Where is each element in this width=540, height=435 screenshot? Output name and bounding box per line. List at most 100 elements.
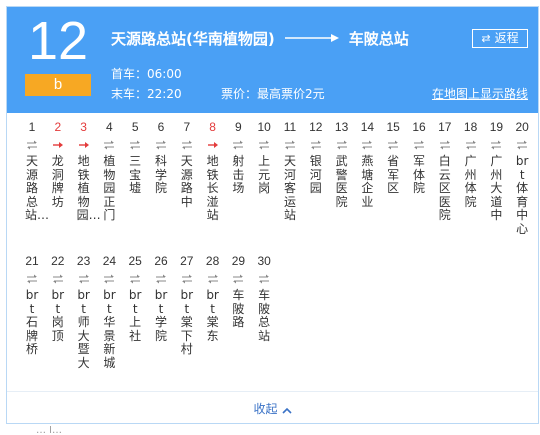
transfer-arrow-icon (45, 138, 71, 152)
stop-item[interactable]: 27 brt棠下村 (174, 253, 200, 357)
bidirectional-arrow-icon (483, 138, 509, 152)
stop-number: 5 (131, 120, 139, 134)
stop-item[interactable]: 16 军体院 (406, 119, 432, 196)
stop-item[interactable]: 12 银河园 (303, 119, 329, 196)
route-header: 12 b 天源路总站(华南植物园) 车陂总站 ⇄ 返程 首车：06:00 末车：… (7, 7, 538, 113)
stop-number: 9 (235, 120, 242, 134)
stop-item[interactable]: 17 白云区医院 (432, 119, 458, 223)
collapse-button[interactable]: 收起 (7, 391, 538, 424)
stop-number: 12 (309, 120, 323, 134)
stop-name: brt上社 (128, 288, 142, 343)
bidirectional-arrow-icon (380, 138, 406, 152)
stop-number: 13 (334, 120, 349, 134)
stop-item[interactable]: 26 brt学院 (148, 253, 174, 343)
fare-info: 票价：最高票价2元 (221, 87, 325, 101)
stop-name: 科学院 (154, 154, 167, 195)
stop-item[interactable]: 18 广州体院 (458, 119, 484, 209)
bidirectional-arrow-icon (277, 138, 303, 152)
stop-name: 植物园正门 (103, 154, 116, 222)
return-label: 返程 (494, 31, 519, 45)
stop-item[interactable]: 8 地铁长湴站 (200, 119, 226, 223)
stop-name: brt棠东 (206, 288, 219, 343)
stop-name: 天源路中 (180, 154, 193, 209)
stop-name: 地铁植物园… (76, 154, 101, 222)
stop-item[interactable]: 30 车陂总站 (251, 253, 277, 343)
stop-number: 25 (128, 254, 142, 268)
truncated-text: … l… (36, 426, 62, 435)
stop-name: 省军区 (387, 154, 400, 195)
stop-item[interactable]: 10 上元岗 (251, 119, 277, 196)
stop-item[interactable]: 5 三宝墟 (122, 119, 148, 196)
first-bus-time: 首车：06:00 (111, 67, 182, 81)
stop-item[interactable]: 13 武警医院 (329, 119, 355, 209)
stop-name: 广州体院 (464, 154, 477, 209)
stop-number: 1 (28, 120, 36, 134)
bidirectional-arrow-icon (251, 272, 277, 286)
stop-item[interactable]: 11 天河客运站 (277, 119, 303, 223)
stop-item[interactable]: 1 天源路总站… (19, 119, 49, 223)
stop-item[interactable]: 29 车陂路 (225, 253, 251, 330)
transfer-arrow-icon (71, 138, 97, 152)
stop-name: 武警医院 (335, 154, 348, 209)
bidirectional-arrow-icon (148, 138, 174, 152)
stop-number: 3 (80, 120, 87, 134)
bidirectional-arrow-icon (71, 272, 97, 286)
show-map-link[interactable]: 在地图上显示路线 (432, 84, 528, 104)
stop-item[interactable]: 7 天源路中 (174, 119, 200, 209)
stop-name: 上元岗 (258, 154, 271, 195)
stop-row-1: 1 天源路总站… 2 龙洞牌坊 3 地铁植物园… 4 植物园正门 5 三宝墟 6 科学院 7 天源路中 8 地… (7, 119, 538, 247)
stop-item[interactable]: 2 龙洞牌坊 (45, 119, 71, 209)
stop-name: 白云区医院 (438, 154, 451, 222)
swap-icon: ⇄ (481, 32, 491, 45)
bidirectional-arrow-icon (225, 138, 251, 152)
stop-item[interactable]: 19 广州大道中 (483, 119, 509, 223)
stop-number: 7 (183, 120, 191, 134)
destination-name: 车陂总站 (348, 29, 409, 48)
chevron-up-icon (281, 399, 292, 418)
return-button[interactable]: ⇄ 返程 (472, 29, 528, 48)
stop-item[interactable]: 9 射击场 (225, 119, 251, 196)
stop-number: 30 (257, 254, 271, 268)
route-number: 12 (27, 11, 89, 71)
stop-name: 三宝墟 (129, 154, 142, 195)
bidirectional-arrow-icon (19, 138, 45, 152)
bidirectional-arrow-icon (122, 272, 148, 286)
stop-item[interactable]: 25 brt上社 (122, 253, 148, 343)
transfer-arrow-icon (200, 138, 226, 152)
stop-item[interactable]: 15 省军区 (380, 119, 406, 196)
stop-name: 燕塘企业 (361, 154, 374, 209)
stop-number: 4 (106, 120, 113, 134)
stop-name: 地铁长湴站 (206, 154, 219, 222)
stop-item[interactable]: 22 brt岗顶 (45, 253, 71, 343)
stop-item[interactable]: 14 燕塘企业 (354, 119, 380, 209)
stop-item[interactable]: 23 brt师大暨大 (71, 253, 97, 370)
long-arrow-icon (284, 33, 339, 43)
bidirectional-arrow-icon (122, 138, 148, 152)
stop-number: 26 (154, 254, 168, 268)
stop-number: 27 (180, 254, 194, 268)
stop-item[interactable]: 6 科学院 (148, 119, 174, 196)
stop-number: 16 (412, 120, 426, 134)
stop-name: brt学院 (154, 288, 168, 343)
stop-item[interactable]: 21 brt石牌桥 (19, 253, 45, 357)
stop-item[interactable]: 24 brt华景新城 (96, 253, 122, 370)
bidirectional-arrow-icon (200, 272, 226, 286)
stop-item[interactable]: 3 地铁植物园… (71, 119, 101, 223)
stop-name: brt师大暨大 (77, 288, 90, 370)
stop-number: 20 (515, 120, 529, 134)
stop-name: 银河园 (309, 154, 322, 195)
stop-number: 17 (438, 120, 452, 134)
stop-name: 广州大道中 (490, 154, 503, 222)
stop-item[interactable]: 4 植物园正门 (96, 119, 122, 223)
stop-name: brt岗顶 (51, 288, 65, 343)
stop-number: 11 (283, 120, 297, 134)
stop-number: 29 (231, 254, 246, 268)
route-title: 天源路总站(华南植物园) 车陂总站 (111, 27, 409, 49)
stop-item[interactable]: 28 brt棠东 (200, 253, 226, 343)
stop-row-2: 21 brt石牌桥 22 brt岗顶 23 brt师大暨大 24 brt华景新城 25 brt上社… (7, 253, 538, 381)
stop-item[interactable]: 20 brt体育中心 (509, 119, 535, 236)
bidirectional-arrow-icon (406, 138, 432, 152)
stop-name: 车陂路 (232, 288, 245, 329)
stop-number: 28 (205, 254, 220, 268)
stop-name: brt体育中心 (515, 154, 529, 236)
